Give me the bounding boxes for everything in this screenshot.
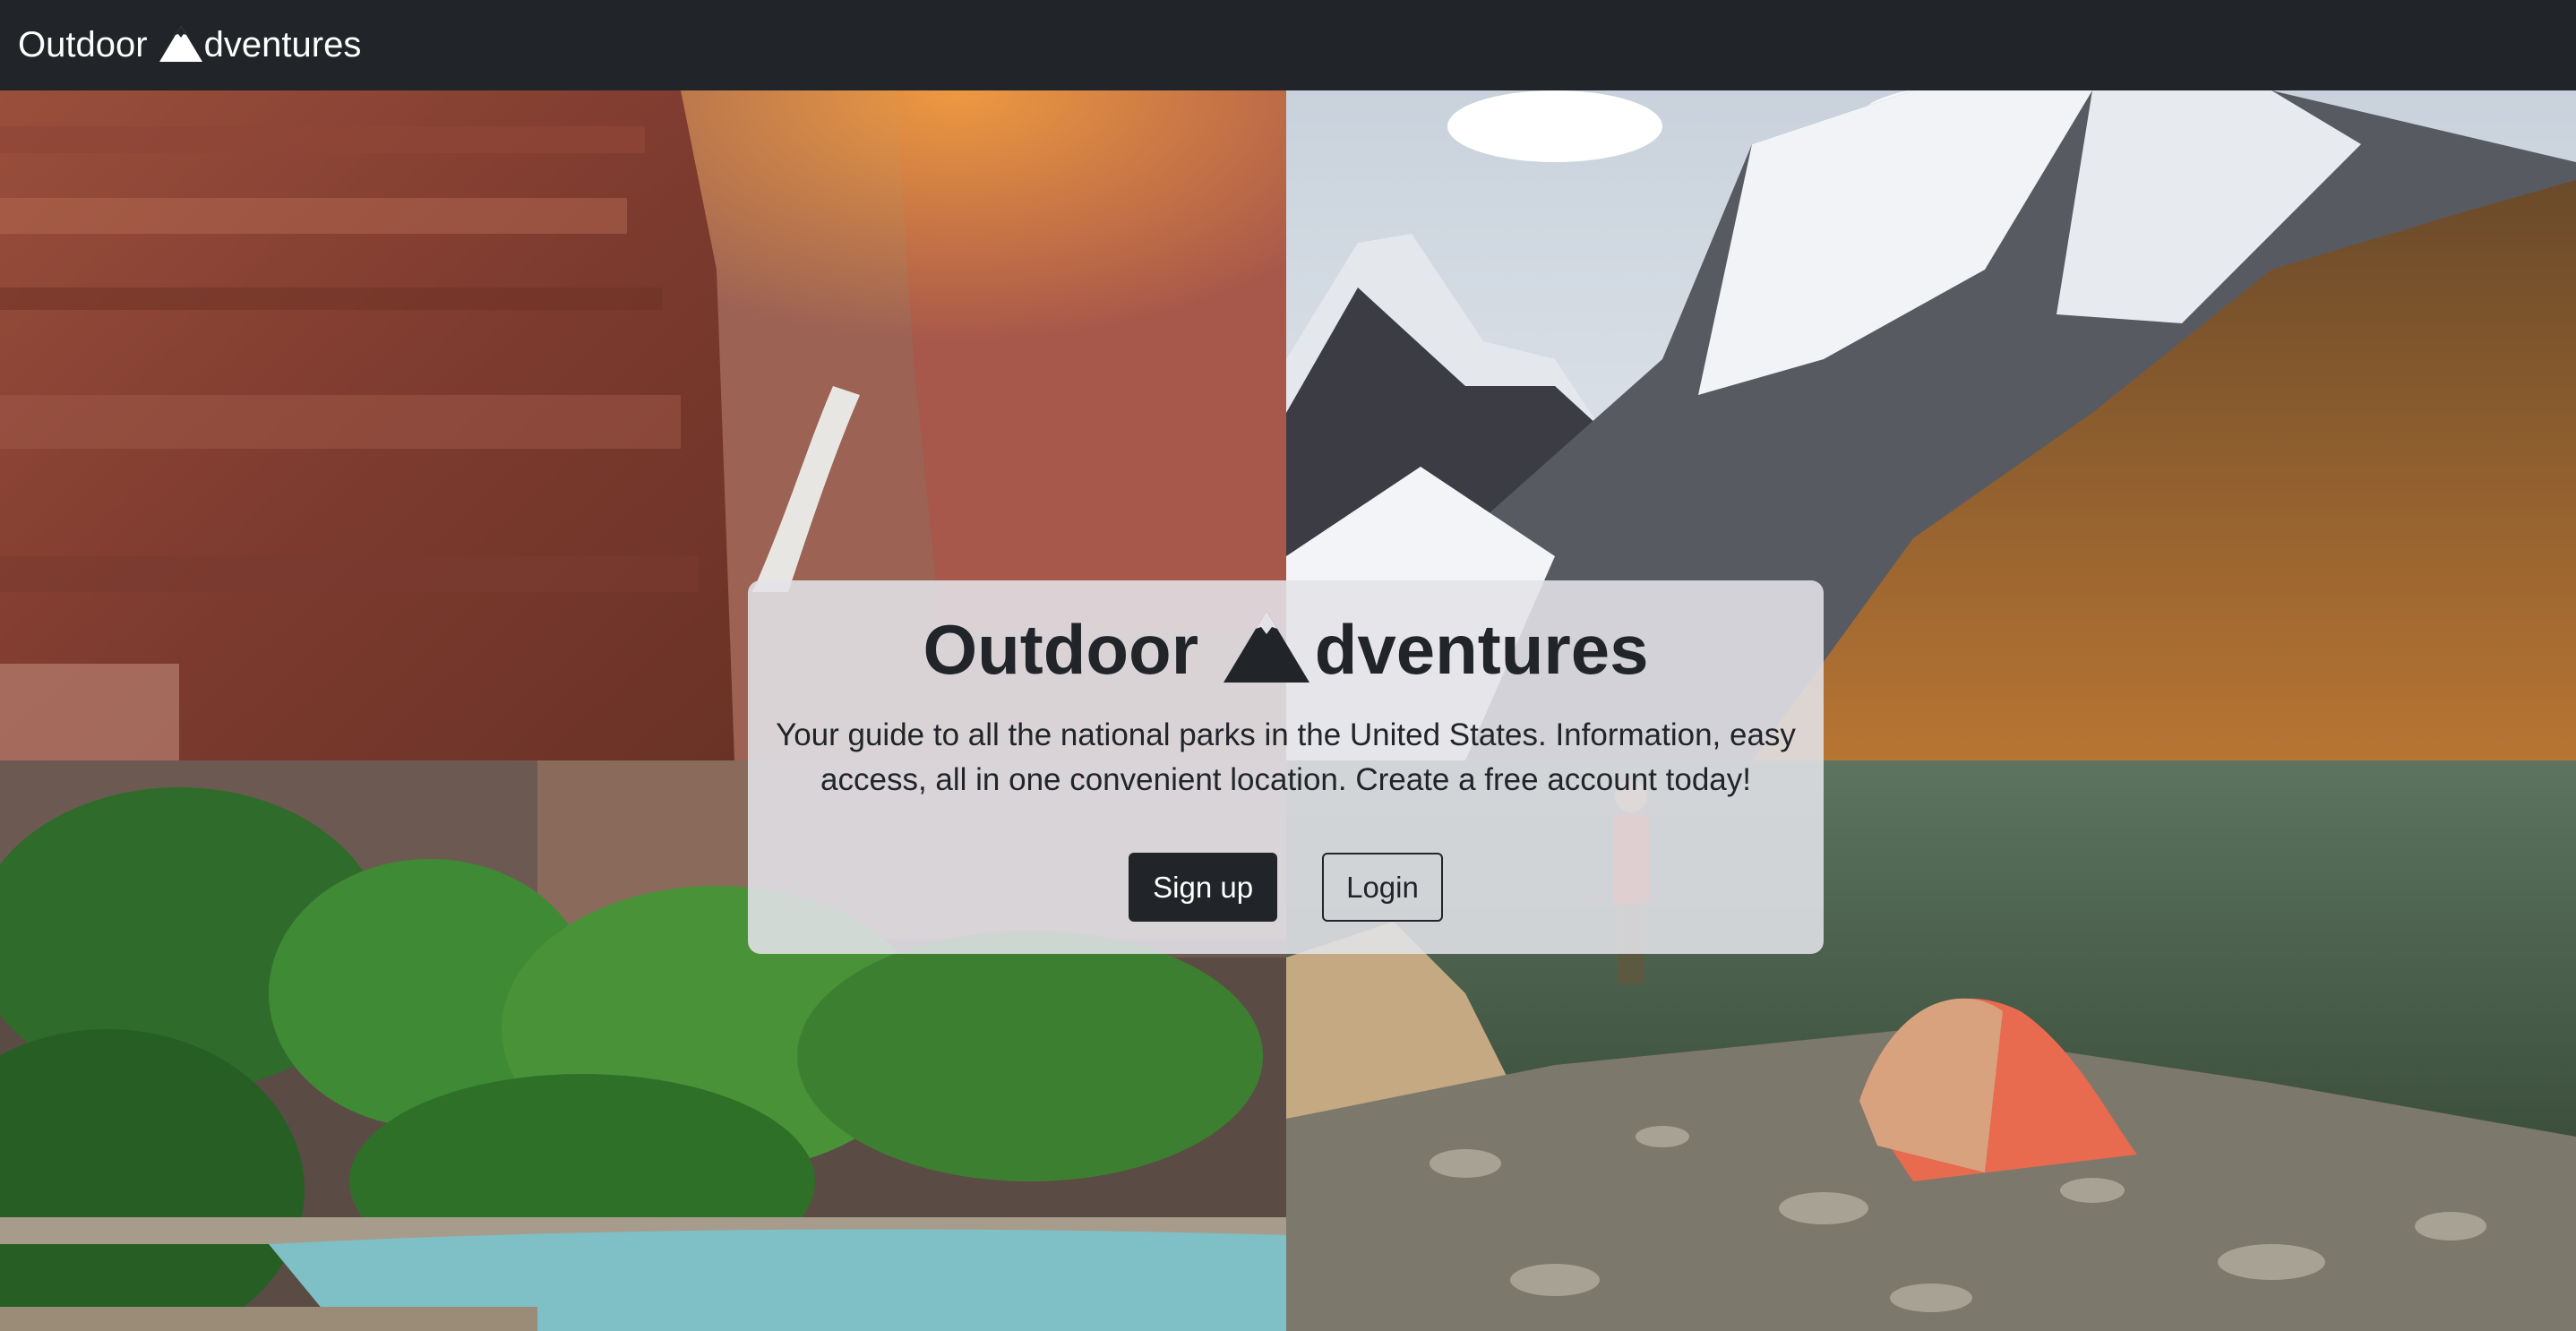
hero-buttons: Sign up Login	[748, 853, 1824, 922]
navbar: Outdoor dventures	[0, 0, 2576, 90]
brand-text-before: Outdoor	[18, 25, 158, 64]
brand-text-after: dventures	[203, 25, 362, 64]
hero-title-before: Outdoor	[923, 610, 1218, 689]
hero-description: Your guide to all the national parks in …	[776, 717, 1796, 797]
hero-card: Outdoor dventures Your guide to all the …	[748, 580, 1824, 954]
login-button[interactable]: Login	[1322, 853, 1443, 922]
brand-link[interactable]: Outdoor dventures	[18, 24, 361, 67]
hero-title: Outdoor dventures	[748, 607, 1824, 691]
hero-title-after: dventures	[1314, 610, 1649, 689]
mountain-icon	[1220, 607, 1313, 686]
mountain-icon	[158, 24, 204, 64]
signup-button[interactable]: Sign up	[1129, 853, 1278, 922]
